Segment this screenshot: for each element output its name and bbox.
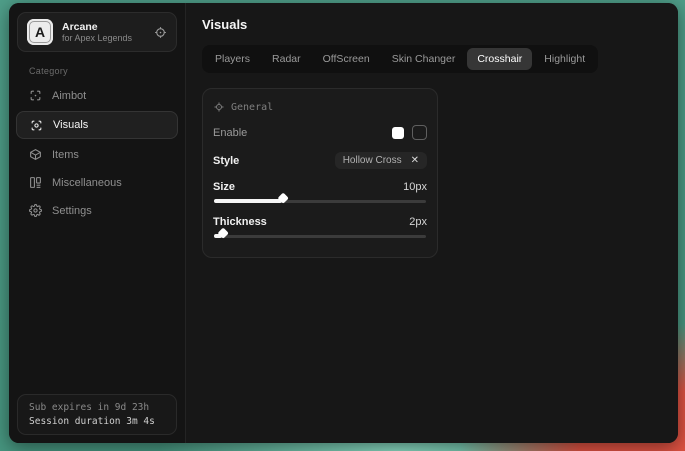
panel-header-label: General (231, 102, 273, 113)
sidebar-item-items[interactable]: Items (9, 141, 185, 168)
panels-icon (29, 176, 42, 189)
game-background: { "brand": { "initial": "A", "name": "Ar… (0, 0, 685, 451)
sidebar-item-visuals[interactable]: Visuals (16, 111, 178, 139)
clear-x-icon[interactable]: ✕ (411, 156, 419, 166)
sidebar-item-settings[interactable]: Settings (9, 197, 185, 224)
thickness-slider[interactable] (214, 232, 426, 241)
sidebar-item-miscellaneous[interactable]: Miscellaneous (9, 169, 185, 196)
brand-logo: A (27, 19, 53, 45)
crosshair-target-icon[interactable] (154, 26, 167, 39)
style-select[interactable]: Hollow Cross ✕ (335, 152, 427, 169)
gear-icon (29, 204, 42, 217)
sub-expires-text: Sub expires in 9d 23h (29, 402, 165, 413)
tab-offscreen[interactable]: OffScreen (313, 48, 380, 70)
session-duration-text: Session duration 3m 4s (29, 416, 165, 427)
brand-subtitle: for Apex Legends (62, 33, 145, 43)
panel-header: General (213, 101, 427, 113)
eye-scan-icon (30, 119, 43, 132)
size-row: Size 10px (213, 181, 427, 193)
sidebar: A Arcane for Apex Legends Category (9, 3, 186, 443)
tab-players[interactable]: Players (205, 48, 260, 70)
page-title: Visuals (202, 17, 662, 32)
general-panel: General Enable Style Hollow Cross ✕ Size… (202, 88, 438, 258)
brand-name: Arcane (62, 21, 145, 33)
enable-label: Enable (213, 127, 247, 139)
sidebar-item-aimbot[interactable]: Aimbot (9, 82, 185, 109)
enable-row: Enable (213, 125, 427, 140)
enable-checkbox[interactable] (412, 125, 427, 140)
main-content: Visuals Players Radar OffScreen Skin Cha… (186, 3, 678, 443)
crosshair-icon (29, 89, 42, 102)
thickness-value: 2px (409, 216, 427, 228)
color-swatch[interactable] (392, 127, 404, 139)
visuals-tabbar: Players Radar OffScreen Skin Changer Cro… (202, 45, 598, 73)
tab-skin-changer[interactable]: Skin Changer (382, 48, 466, 70)
category-label: Category (29, 66, 185, 76)
style-select-value: Hollow Cross (343, 155, 402, 166)
thickness-slider-track (214, 235, 426, 238)
tab-highlight[interactable]: Highlight (534, 48, 595, 70)
sidebar-item-label: Items (52, 149, 79, 161)
size-label: Size (213, 181, 235, 193)
size-slider[interactable] (214, 197, 426, 206)
style-row: Style Hollow Cross ✕ (213, 152, 427, 169)
style-label: Style (213, 155, 239, 167)
sidebar-item-label: Miscellaneous (52, 177, 122, 189)
sidebar-item-label: Settings (52, 205, 92, 217)
brand-card: A Arcane for Apex Legends (17, 12, 177, 52)
tab-radar[interactable]: Radar (262, 48, 311, 70)
size-slider-fill (214, 199, 282, 203)
sidebar-item-label: Visuals (53, 119, 88, 131)
tab-crosshair[interactable]: Crosshair (467, 48, 532, 70)
thickness-row: Thickness 2px (213, 216, 427, 228)
crosshair-settings-icon (213, 101, 225, 113)
box-icon (29, 148, 42, 161)
sidebar-item-label: Aimbot (52, 90, 86, 102)
cheat-menu-window: A Arcane for Apex Legends Category (9, 3, 678, 443)
subscription-status-card: Sub expires in 9d 23h Session duration 3… (17, 394, 177, 435)
size-value: 10px (403, 181, 427, 193)
brand-initial: A (35, 24, 45, 40)
thickness-label: Thickness (213, 216, 267, 228)
sidebar-nav: Aimbot Visuals Items (9, 82, 185, 224)
